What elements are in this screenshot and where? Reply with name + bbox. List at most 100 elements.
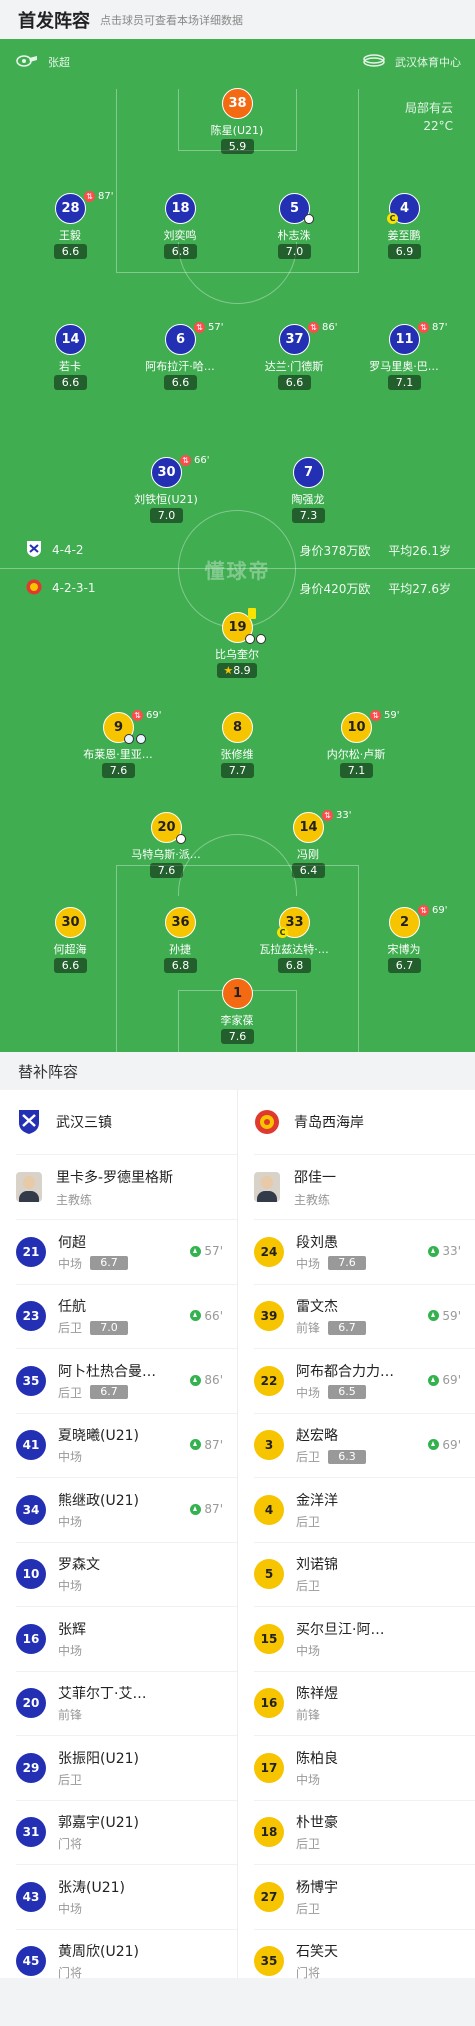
sub-out-icon: ⇅ (418, 322, 429, 333)
home-player-14[interactable]: 14 若卡 6.6 (10, 324, 130, 398)
sub-player-row[interactable]: 27 杨博宇 后卫 (238, 1865, 475, 1929)
player-rating: 6.8 (164, 244, 197, 259)
home-player-6[interactable]: 6 ⇅ 57' 阿布拉汗·哈… 6.6 (120, 322, 240, 398)
player-number: 18 (165, 193, 196, 224)
player-name: 何超 (58, 1234, 86, 1251)
sub-player-row[interactable]: 41 夏晓曦(U21) 中场 87' (0, 1414, 237, 1478)
lineup-title: 首发阵容 (18, 10, 90, 32)
goal-ball-icon (304, 214, 314, 224)
player-rating: 6.8 (278, 958, 311, 973)
home-player-30[interactable]: 30 ⇅ 66' 刘铁恒(U21) 7.0 (106, 455, 226, 531)
away-player-33[interactable]: 33 C 瓦拉兹达特·… 6.8 (234, 907, 354, 981)
sub-player-row[interactable]: 23 任航 后卫 7.0 66' (0, 1285, 237, 1349)
player-number: 6 (165, 324, 196, 355)
sub-player-row[interactable]: 22 阿布都合力力… 中场 6.5 69' (238, 1349, 475, 1413)
player-number: 5 (254, 1559, 284, 1590)
player-name: 阿布拉汗·哈… (145, 360, 215, 373)
sub-player-row[interactable]: 35 阿卜杜热合曼… 后卫 6.7 86' (0, 1349, 237, 1413)
venue-name: 武汉体育中心 (395, 55, 461, 69)
player-number: 18 (254, 1817, 284, 1848)
player-number: 22 (254, 1365, 284, 1396)
sub-minute: 66' (204, 1308, 223, 1323)
player-name: 杨博宇 (296, 1879, 338, 1896)
sub-player-row[interactable]: 43 张涛(U21) 中场 (0, 1865, 237, 1929)
home-player-4[interactable]: 4 C 姜至鹏 6.9 (344, 193, 464, 267)
home-coach-row[interactable]: 里卡多-罗德里格斯 主教练 (0, 1155, 237, 1219)
home-player-37[interactable]: 37 ⇅ 86' 达兰·门德斯 6.6 (234, 322, 354, 398)
sub-player-row[interactable]: 15 买尔旦江·阿… 中场 (238, 1607, 475, 1671)
substitution-marker: ⇅ 69' (418, 905, 447, 916)
sub-out-icon: ⇅ (322, 810, 333, 821)
sub-player-row[interactable]: 16 陈祥煜 前锋 (238, 1672, 475, 1736)
goal-ball-icon (176, 834, 186, 844)
player-number: 37 (279, 324, 310, 355)
sub-player-row[interactable]: 20 艾菲尔丁·艾… 前锋 (0, 1672, 237, 1736)
away-coach-row[interactable]: 邵佳一 主教练 (238, 1155, 475, 1219)
sub-player-row[interactable]: 35 石笑天 门将 (238, 1930, 475, 1994)
player-number: 24 (254, 1236, 284, 1267)
player-number: 39 (254, 1301, 284, 1332)
player-number: 21 (16, 1236, 46, 1267)
away-player-10[interactable]: 10 ⇅ 59' 内尔松·卢斯 7.1 (296, 710, 416, 786)
sub-player-row[interactable]: 39 雷文杰 前锋 6.7 59' (238, 1285, 475, 1349)
weather-condition: 局部有云 (404, 101, 453, 115)
sub-minute: 87' (98, 191, 114, 202)
player-name: 雷文杰 (296, 1299, 338, 1316)
player-name: 冯刚 (297, 848, 319, 861)
away-player-20[interactable]: 20 马特乌斯·派… 7.6 (106, 812, 226, 886)
sub-player-row[interactable]: 21 何超 中场 6.7 57' (0, 1220, 237, 1284)
away-player-19[interactable]: 19 比乌奎尔 ★8.9 (177, 608, 297, 686)
player-name: 朴世豪 (296, 1815, 338, 1832)
sub-player-row[interactable]: 31 郭嘉宇(U21) 门将 (0, 1801, 237, 1865)
sub-player-row[interactable]: 45 黄周欣(U21) 门将 (0, 1930, 237, 1994)
player-number: 31 (16, 1817, 46, 1848)
player-position: 前锋 (58, 1708, 83, 1723)
venue: 武汉体育中心 (363, 53, 461, 70)
home-value: 身价378万欧 (299, 543, 371, 558)
substitution-marker: ⇅ 59' (370, 710, 399, 721)
away-team-row[interactable]: 青岛西海岸 (238, 1090, 475, 1154)
away-player-2[interactable]: 2 ⇅ 69' 宋博为 6.7 (344, 905, 464, 981)
sub-player-row[interactable]: 4 金洋洋 后卫 (238, 1478, 475, 1542)
sub-player-row[interactable]: 29 张振阳(U21) 后卫 (0, 1736, 237, 1800)
player-number: 8 (222, 712, 253, 743)
player-name: 若卡 (59, 360, 81, 373)
sub-player-row[interactable]: 3 赵宏略 后卫 6.3 69' (238, 1414, 475, 1478)
sub-player-row[interactable]: 18 朴世豪 后卫 (238, 1801, 475, 1865)
home-player-5[interactable]: 5 朴志洙 7.0 (234, 193, 354, 267)
sub-player-row[interactable]: 24 段刘愚 中场 7.6 33' (238, 1220, 475, 1284)
player-position: 中场 (296, 1256, 321, 1271)
home-player-28[interactable]: 28 ⇅ 87' 王毅 6.6 (10, 191, 130, 267)
home-player-11[interactable]: 11 ⇅ 87' 罗马里奥·巴… 7.1 (344, 322, 464, 398)
player-name: 瓦拉兹达特·… (259, 943, 329, 956)
away-player-14[interactable]: 14 ⇅ 33' 冯刚 6.4 (248, 810, 368, 886)
pitch: 懂球帝 张超 武汉体育中心 局部有云 22°C 4-4-2 身价378万欧 平均… (0, 39, 475, 1052)
player-name: 金洋洋 (296, 1492, 338, 1509)
sub-player-row[interactable]: 34 熊继政(U21) 中场 87' (0, 1478, 237, 1542)
sub-minute: 87' (432, 322, 448, 333)
away-player-8[interactable]: 8 张修维 7.7 (177, 712, 297, 786)
player-number: 30 (55, 907, 86, 938)
player-name: 王毅 (59, 229, 81, 242)
captain-icon: C (277, 927, 288, 938)
sub-player-row[interactable]: 5 刘诺锦 后卫 (238, 1543, 475, 1607)
home-player-18[interactable]: 18 刘奕鸣 6.8 (120, 193, 240, 267)
player-position: 后卫 (296, 1450, 321, 1465)
sub-minute: 59' (442, 1308, 461, 1323)
away-player-36[interactable]: 36 孙捷 6.8 (120, 907, 240, 981)
sub-player-row[interactable]: 10 罗森文 中场 (0, 1543, 237, 1607)
player-number: 35 (16, 1365, 46, 1396)
home-team-row[interactable]: 武汉三镇 (0, 1090, 237, 1154)
home-player-38[interactable]: 38 陈星(U21) 5.9 (177, 88, 297, 162)
home-player-7[interactable]: 7 陶强龙 7.3 (248, 457, 368, 531)
sub-player-row[interactable]: 17 陈柏良 中场 (238, 1736, 475, 1800)
sub-minute: 57' (204, 1244, 223, 1258)
away-player-1[interactable]: 1 李家葆 7.6 (177, 978, 297, 1052)
player-number: 15 (254, 1623, 284, 1654)
sub-player-row[interactable]: 16 张辉 中场 (0, 1607, 237, 1671)
player-rating: 7.0 (150, 508, 183, 523)
away-player-30[interactable]: 30 何超海 6.6 (10, 907, 130, 981)
player-name: 阿卜杜热合曼… (58, 1363, 156, 1380)
away-player-9[interactable]: 9 ⇅ 69' 布莱恩·里亚… 7.6 (58, 710, 178, 786)
player-rating: ★8.9 (217, 663, 257, 678)
